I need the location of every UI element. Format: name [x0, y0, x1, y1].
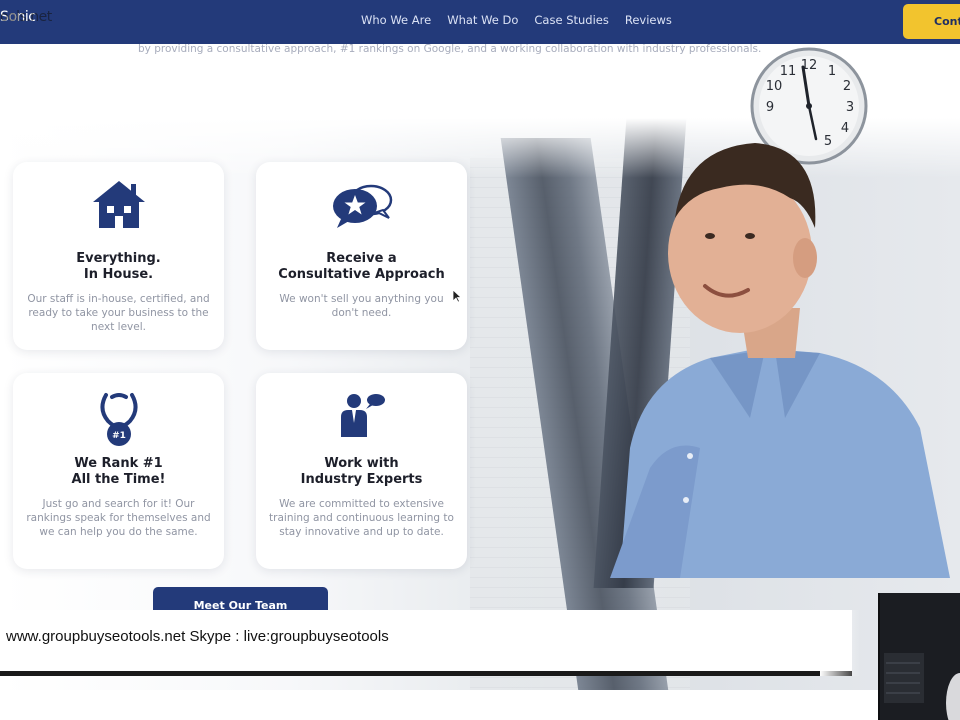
- expert-person-icon: [340, 394, 385, 437]
- house-icon: [92, 181, 145, 228]
- banner-edge: [820, 610, 860, 676]
- nav-link-what-we-do[interactable]: What We Do: [447, 13, 518, 27]
- bottom-strip: [0, 690, 878, 720]
- feature-card-in-house: Everything. In House. Our staff is in-ho…: [13, 162, 224, 350]
- nav-link-case-studies[interactable]: Case Studies: [534, 13, 608, 27]
- page: 12 1 2 345 9 10 11 Sonic ools.net Who We…: [0, 0, 960, 720]
- card-body: We are committed to extensive training a…: [269, 498, 454, 538]
- card-title-line: Consultative Approach: [278, 267, 445, 282]
- feature-card-experts: Work with Industry Experts We are commit…: [256, 373, 467, 569]
- card-title-line: Industry Experts: [300, 472, 423, 487]
- nav-link-who-we-are[interactable]: Who We Are: [361, 13, 431, 27]
- nav-link-reviews[interactable]: Reviews: [625, 13, 672, 27]
- svg-text:1: 1: [828, 64, 836, 79]
- mouse-cursor-icon: [452, 289, 462, 303]
- card-body: Just go and search for it! Our rankings …: [26, 498, 211, 538]
- logo-overlay-text: ools.net: [0, 9, 52, 25]
- team-member-photo: [610, 143, 950, 578]
- svg-text:3: 3: [846, 100, 854, 115]
- watermark-banner: www.groupbuyseotools.net Skype : live:gr…: [0, 610, 852, 676]
- svg-text:2: 2: [843, 79, 851, 94]
- card-title-line: In House.: [83, 267, 154, 282]
- rank-badge-text: #1: [112, 431, 126, 441]
- card-title: Work with Industry Experts: [256, 456, 467, 488]
- site-logo[interactable]: Sonic ools.net: [0, 9, 52, 25]
- card-title-line: We Rank #1: [74, 456, 163, 471]
- webcam-feed: [880, 593, 960, 720]
- svg-text:10: 10: [766, 79, 783, 94]
- rank-medal-icon: #1: [100, 393, 137, 446]
- card-title-line: All the Time!: [71, 472, 166, 487]
- card-title-line: Receive a: [326, 251, 397, 266]
- contact-button[interactable]: Cont: [903, 4, 960, 39]
- card-body: We won't sell you anything you don't nee…: [279, 293, 444, 319]
- card-title: We Rank #1 All the Time!: [13, 456, 224, 488]
- webcam-overlay: [878, 593, 960, 720]
- intro-text: by providing a consultative approach, #1…: [138, 43, 762, 55]
- card-body: Our staff is in-house, certified, and re…: [27, 293, 210, 333]
- card-title-line: Everything.: [76, 251, 161, 266]
- feature-card-consultative: Receive a Consultative Approach We won't…: [256, 162, 467, 350]
- svg-text:11: 11: [780, 64, 797, 79]
- chat-bubble-star-icon: [332, 184, 392, 228]
- card-title: Everything. In House.: [13, 251, 224, 283]
- top-navigation: Sonic ools.net Who We Are What We Do Cas…: [0, 0, 960, 44]
- watermark-text: www.groupbuyseotools.net Skype : live:gr…: [6, 628, 389, 645]
- svg-text:9: 9: [766, 100, 774, 115]
- nav-links: Who We Are What We Do Case Studies Revie…: [361, 13, 672, 27]
- feature-card-rank: #1 We Rank #1 All the Time! Just go and …: [13, 373, 224, 569]
- card-title-line: Work with: [324, 456, 399, 471]
- card-title: Receive a Consultative Approach: [256, 251, 467, 283]
